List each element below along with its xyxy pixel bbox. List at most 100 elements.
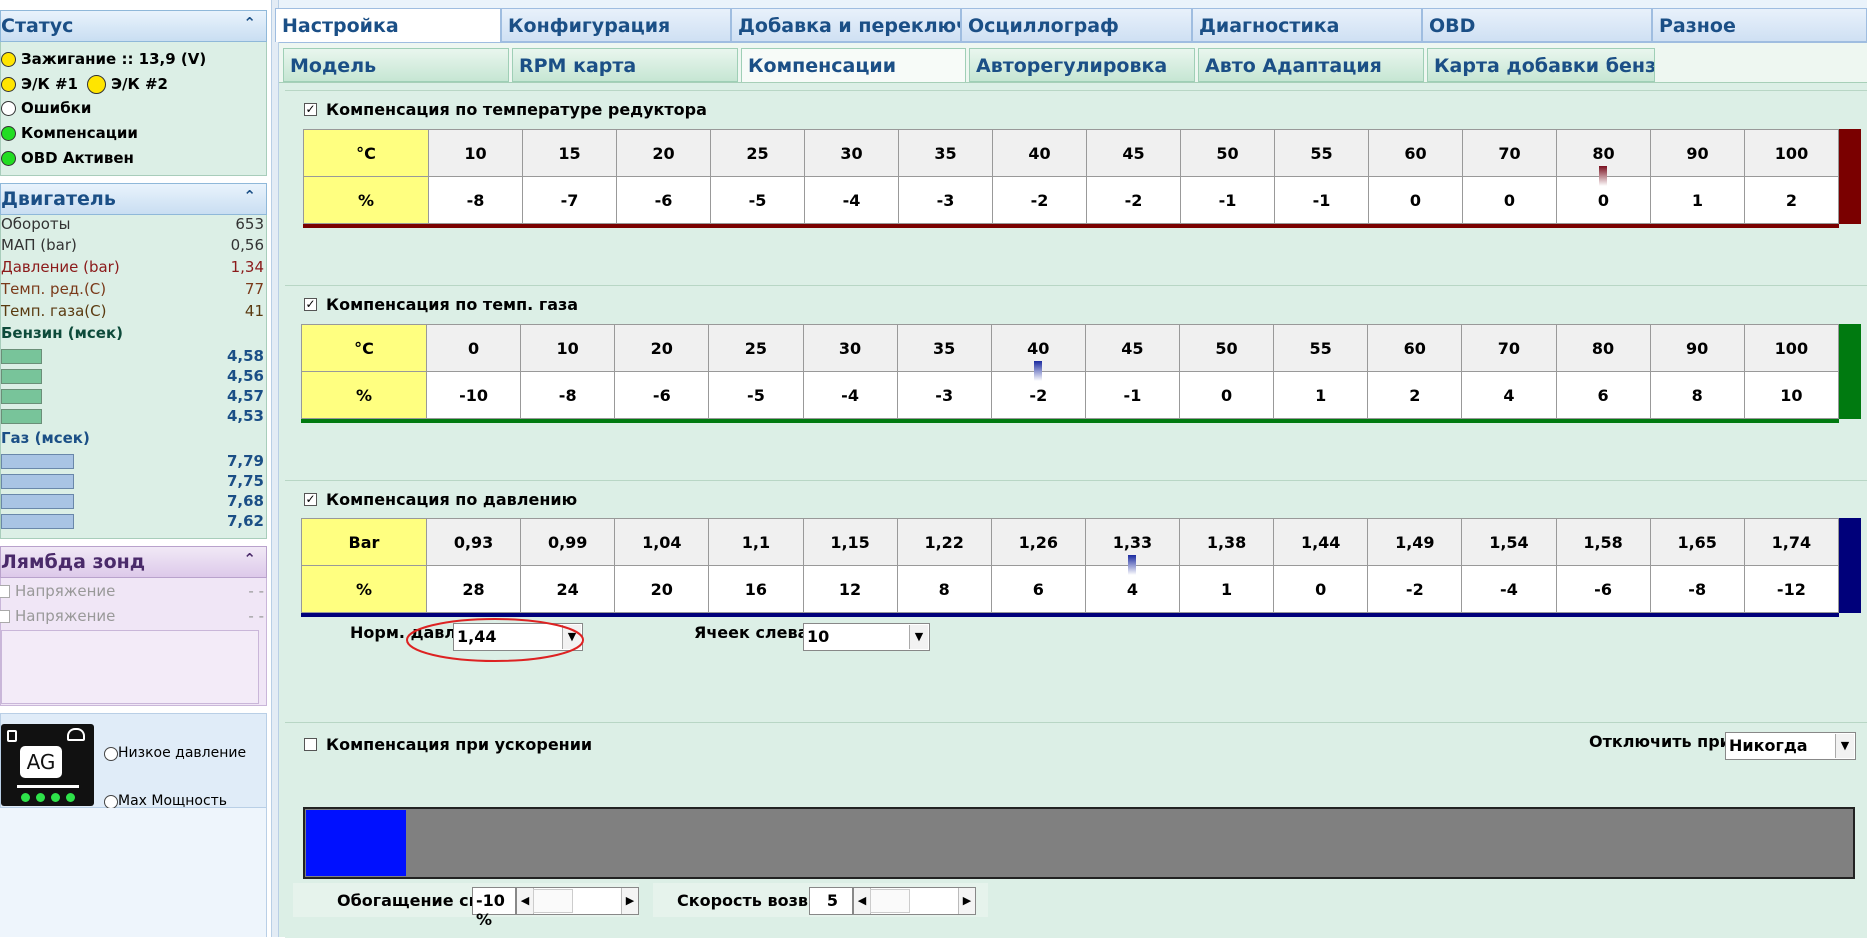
gas-temp-cell[interactable]: 20	[614, 324, 710, 372]
petrol-title[interactable]: Бензин (мсек)	[1, 324, 266, 344]
pressure-percent-cell[interactable]: -6	[1555, 565, 1651, 613]
reducer-temp-cell[interactable]: 35	[898, 129, 993, 177]
reducer-temp-cell[interactable]: 60	[1368, 129, 1463, 177]
reducer-temp-cell[interactable]: 100	[1744, 129, 1839, 177]
pressure-percent-cell[interactable]: 20	[614, 565, 710, 613]
gas-percent-cell[interactable]: 0	[1178, 371, 1275, 419]
reducer-temp-checkbox[interactable]: ✓	[304, 103, 317, 116]
pressure-bar-cell[interactable]: 1,44	[1273, 518, 1369, 566]
collapse-icon[interactable]: ⌃	[243, 14, 256, 32]
pressure-percent-cell[interactable]: 6	[990, 565, 1086, 613]
pressure-percent-cell[interactable]: 8	[896, 565, 992, 613]
chevron-down-icon[interactable]: ▼	[909, 625, 928, 649]
reducer-temp-cell[interactable]: 30	[804, 129, 899, 177]
lambda-checkbox-2[interactable]	[0, 610, 10, 623]
subtab-compensations[interactable]: Компенсации	[741, 48, 966, 82]
reducer-temp-cell[interactable]: 50	[1180, 129, 1275, 177]
pressure-bar-cell[interactable]: 1,65	[1649, 518, 1745, 566]
reducer-percent-cell[interactable]: -5	[710, 176, 805, 224]
tab-obd[interactable]: OBD	[1422, 8, 1652, 42]
gas-temp-cell[interactable]: 25	[708, 324, 804, 372]
reducer-temp-cell[interactable]: 90	[1650, 129, 1745, 177]
lambda-checkbox-1[interactable]	[0, 585, 10, 598]
reducer-temp-cell[interactable]: 70	[1462, 129, 1557, 177]
collapse-icon[interactable]: ⌃	[243, 187, 256, 205]
subtab-auto-adaptation[interactable]: Авто Адаптация	[1198, 48, 1424, 82]
slider-thumb[interactable]	[533, 889, 573, 913]
pressure-bar-cell[interactable]: 1,38	[1178, 518, 1275, 566]
gas-percent-cell[interactable]: -10	[425, 371, 522, 419]
subtab-petrol-addition-map[interactable]: Карта добавки бензина	[1427, 48, 1655, 82]
reducer-percent-cell[interactable]: -8	[428, 176, 523, 224]
gas-percent-cell[interactable]: 2	[1367, 371, 1463, 419]
disable-on-select[interactable]: Никогда ▼	[1725, 732, 1856, 760]
pressure-percent-cell[interactable]: 1	[1178, 565, 1275, 613]
pressure-checkbox[interactable]: ✓	[304, 493, 317, 506]
slider-thumb[interactable]	[870, 889, 910, 913]
gas-percent-cell[interactable]: -3	[896, 371, 992, 419]
pressure-percent-cell[interactable]: -8	[1649, 565, 1745, 613]
pressure-bar-cell[interactable]: 1,54	[1461, 518, 1557, 566]
gas-percent-cell[interactable]: 6	[1555, 371, 1651, 419]
pressure-percent-cell[interactable]: -12	[1743, 565, 1840, 613]
reducer-percent-cell[interactable]: -6	[616, 176, 711, 224]
pressure-bar-cell[interactable]: 0,99	[520, 518, 616, 566]
pressure-bar-cell[interactable]: 1,04	[614, 518, 710, 566]
cells-left-select[interactable]: 10 ▼	[803, 623, 930, 651]
gas-percent-cell[interactable]: 4	[1461, 371, 1557, 419]
tab-configuration[interactable]: Конфигурация	[501, 8, 731, 42]
tab-addition-switch[interactable]: Добавка и переключен	[731, 8, 961, 42]
enrich-slider[interactable]: ◀ ▶	[516, 887, 639, 915]
gas-percent-cell[interactable]: 10	[1743, 371, 1840, 419]
gas-temp-cell[interactable]: 50	[1178, 324, 1275, 372]
gas-temp-checkbox[interactable]: ✓	[304, 298, 317, 311]
gas-temp-cell[interactable]: 0	[425, 324, 522, 372]
pressure-percent-cell[interactable]: -2	[1367, 565, 1463, 613]
pressure-percent-cell[interactable]: 24	[520, 565, 616, 613]
return-speed-slider[interactable]: ◀ ▶	[853, 887, 976, 915]
reducer-percent-cell[interactable]: 1	[1650, 176, 1745, 224]
reducer-temp-cell[interactable]: 45	[1086, 129, 1181, 177]
pressure-percent-cell[interactable]: 12	[802, 565, 898, 613]
gas-temp-cell[interactable]: 55	[1273, 324, 1369, 372]
lambda-header[interactable]: Лямбда зонд ⌃	[0, 546, 267, 578]
pressure-bar-cell[interactable]: 1,74	[1743, 518, 1840, 566]
gas-temp-cell[interactable]: 30	[802, 324, 898, 372]
reducer-percent-cell[interactable]: -3	[898, 176, 993, 224]
reducer-percent-cell[interactable]: 0	[1462, 176, 1557, 224]
reducer-percent-cell[interactable]: -1	[1274, 176, 1369, 224]
pressure-percent-cell[interactable]: -4	[1461, 565, 1557, 613]
collapse-icon[interactable]: ⌃	[243, 550, 256, 568]
gas-percent-cell[interactable]: 1	[1273, 371, 1369, 419]
pressure-percent-cell[interactable]: 0	[1273, 565, 1369, 613]
return-speed-field[interactable]: 5	[809, 887, 853, 915]
gas-percent-cell[interactable]: 8	[1649, 371, 1745, 419]
engine-header[interactable]: Двигатель ⌃	[0, 183, 267, 215]
reducer-temp-cell[interactable]: 20	[616, 129, 711, 177]
tab-settings[interactable]: Настройка	[275, 8, 501, 42]
gas-percent-cell[interactable]: -4	[802, 371, 898, 419]
gas-percent-cell[interactable]: -8	[520, 371, 616, 419]
gas-percent-cell[interactable]: -1	[1084, 371, 1181, 419]
reducer-percent-cell[interactable]: -2	[1086, 176, 1181, 224]
low-pressure-radio[interactable]	[104, 747, 118, 761]
reducer-temp-cell[interactable]: 55	[1274, 129, 1369, 177]
acceleration-checkbox[interactable]	[304, 738, 317, 751]
gas-temp-cell[interactable]: 60	[1367, 324, 1463, 372]
gas-temp-cell[interactable]: 10	[520, 324, 616, 372]
pressure-bar-cell[interactable]: 1,49	[1367, 518, 1463, 566]
subtab-rpm-map[interactable]: RPM карта	[512, 48, 738, 82]
reducer-percent-cell[interactable]: -1	[1180, 176, 1275, 224]
status-header[interactable]: Статус ⌃	[0, 10, 267, 42]
gas-temp-cell[interactable]: 90	[1649, 324, 1745, 372]
gas-percent-cell[interactable]: -5	[708, 371, 804, 419]
gas-temp-cell[interactable]: 45	[1084, 324, 1181, 372]
gas-temp-cell[interactable]: 35	[896, 324, 992, 372]
pressure-percent-cell[interactable]: 28	[425, 565, 522, 613]
reducer-temp-cell[interactable]: 15	[522, 129, 617, 177]
reducer-percent-cell[interactable]: 2	[1744, 176, 1839, 224]
subtab-model[interactable]: Модель	[283, 48, 509, 82]
pressure-bar-cell[interactable]: 1,58	[1555, 518, 1651, 566]
reducer-percent-cell[interactable]: -2	[992, 176, 1087, 224]
tab-diagnostics[interactable]: Диагностика	[1192, 8, 1422, 42]
